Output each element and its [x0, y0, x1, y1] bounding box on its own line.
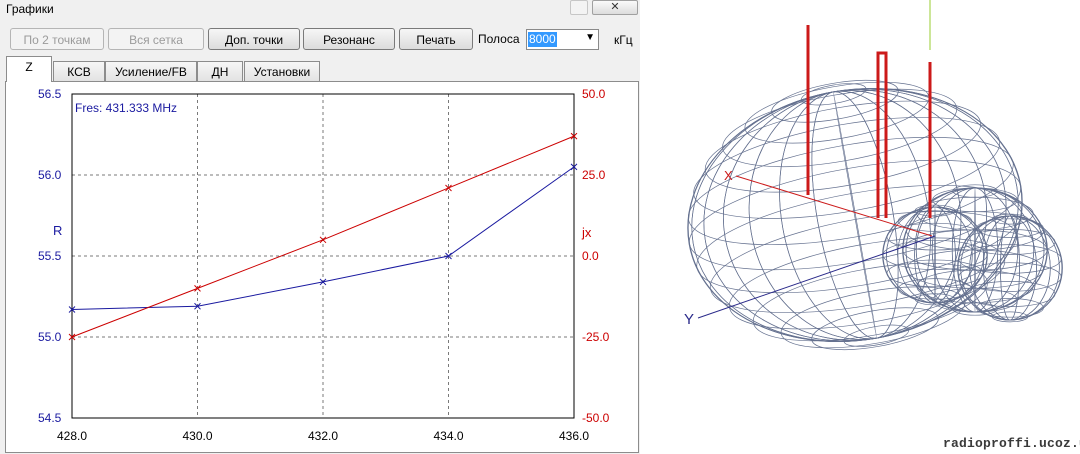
left-tick-label: 55.5	[38, 249, 62, 263]
x-axis-label: X	[724, 168, 733, 183]
y-axis-label: Y	[684, 311, 694, 328]
x-tick-label: 434.0	[433, 429, 463, 443]
left-axis-label: R	[53, 223, 62, 238]
watermark: radioproffi.ucoz.ua	[943, 436, 1080, 451]
right-tick-label: 0.0	[582, 249, 599, 263]
x-tick-label: 432.0	[308, 429, 338, 443]
x-tick-label: 436.0	[559, 429, 589, 443]
left-tick-label: 56.0	[38, 168, 62, 182]
right-tick-label: 25.0	[582, 168, 606, 182]
data-point-jx	[319, 236, 327, 244]
resonance-annotation: Fres: 431.333 MHz	[75, 101, 177, 115]
tab-z[interactable]: Z	[6, 56, 52, 82]
radiation-pattern-3d: XY	[684, 0, 1063, 351]
graphs-window: Графики ✕ По 2 точкам Вся сетка Доп. точ…	[0, 0, 640, 454]
right-tick-label: -50.0	[582, 411, 610, 425]
right-axis-label: jx	[581, 225, 592, 240]
left-tick-label: 54.5	[38, 411, 62, 425]
folded-dipole-element	[876, 51, 888, 218]
right-tick-label: 50.0	[582, 87, 606, 101]
left-tick-label: 56.5	[38, 87, 62, 101]
left-tick-label: 55.0	[38, 330, 62, 344]
x-tick-label: 430.0	[182, 429, 212, 443]
x-tick-label: 428.0	[57, 429, 87, 443]
impedance-chart: 54.5 55.0 55.5 56.0 56.5 -50.0 -25.0 0.0 25.0 50.…	[38, 87, 610, 443]
right-tick-label: -25.0	[582, 330, 610, 344]
x-axis-line	[735, 175, 933, 237]
main-lobe	[687, 79, 1023, 351]
